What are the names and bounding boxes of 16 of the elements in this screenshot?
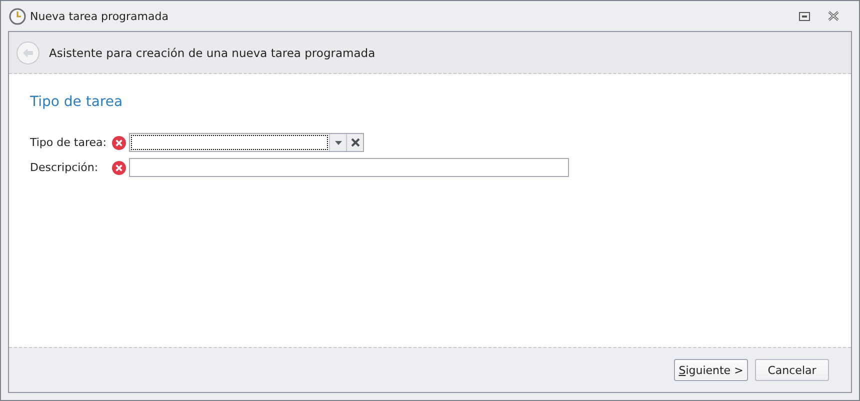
next-button[interactable]: Siguiente >	[674, 359, 748, 381]
restore-icon[interactable]	[799, 12, 810, 20]
clock-icon	[9, 8, 26, 24]
clear-icon	[350, 138, 360, 147]
dropdown-button[interactable]	[329, 134, 346, 151]
window-title: Nueva tarea programada	[30, 10, 168, 22]
field-label: Tipo de tarea:	[30, 136, 108, 149]
field-label: Descripción:	[30, 161, 100, 174]
description-field[interactable]	[129, 158, 569, 177]
caret-icon	[334, 140, 342, 144]
close-icon[interactable]	[828, 11, 839, 21]
cancel-button[interactable]: Cancelar	[755, 359, 829, 381]
section-title: Tipo de tarea	[30, 94, 124, 110]
clear-button[interactable]	[346, 134, 363, 151]
wizard-header: Asistente para creación de una nueva tarea programada	[49, 46, 376, 60]
task-type-dropdown[interactable]	[129, 133, 364, 152]
